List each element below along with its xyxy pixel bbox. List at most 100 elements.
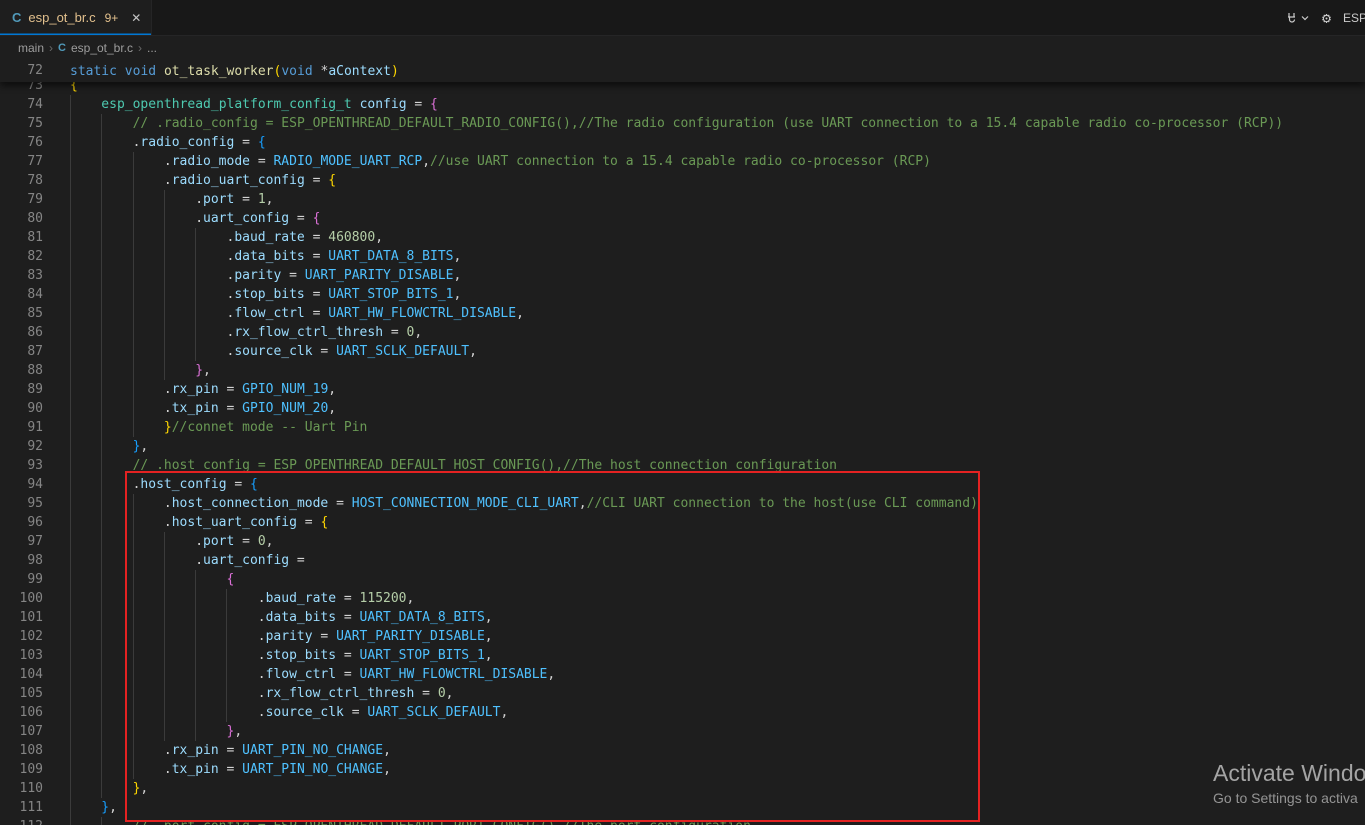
line-number[interactable]: 97 [0, 532, 43, 551]
code-line[interactable]: 98.uart_config = [0, 551, 1365, 570]
line-number[interactable]: 84 [0, 285, 43, 304]
breadcrumb-file[interactable]: esp_ot_br.c [71, 41, 133, 55]
indent-guide [164, 665, 195, 684]
code-line[interactable]: 86.rx_flow_ctrl_thresh = 0, [0, 323, 1365, 342]
code-line[interactable]: 95.host_connection_mode = HOST_CONNECTIO… [0, 494, 1365, 513]
line-number[interactable]: 104 [0, 665, 43, 684]
code-line[interactable]: 91}//connet mode -- Uart Pin [0, 418, 1365, 437]
code-line[interactable]: 100.baud_rate = 115200, [0, 589, 1365, 608]
code-line[interactable]: 104.flow_ctrl = UART_HW_FLOWCTRL_DISABLE… [0, 665, 1365, 684]
indent-guide [101, 190, 132, 209]
line-number[interactable]: 93 [0, 456, 43, 475]
line-number[interactable]: 80 [0, 209, 43, 228]
breadcrumb-folder[interactable]: main [18, 41, 44, 55]
code-line[interactable]: 85.flow_ctrl = UART_HW_FLOWCTRL_DISABLE, [0, 304, 1365, 323]
indent-guide [133, 684, 164, 703]
line-number[interactable]: 102 [0, 627, 43, 646]
code-line[interactable]: 106.source_clk = UART_SCLK_DEFAULT, [0, 703, 1365, 722]
line-number[interactable]: 110 [0, 779, 43, 798]
code-line[interactable]: 94.host_config = { [0, 475, 1365, 494]
line-number[interactable]: 111 [0, 798, 43, 817]
line-number[interactable]: 99 [0, 570, 43, 589]
line-number[interactable]: 95 [0, 494, 43, 513]
tab-esp-ot-br[interactable]: C esp_ot_br.c 9+ ✕ [0, 0, 152, 35]
code-line[interactable]: 74esp_openthread_platform_config_t confi… [0, 95, 1365, 114]
line-number[interactable]: 107 [0, 722, 43, 741]
line-number[interactable]: 105 [0, 684, 43, 703]
line-number[interactable]: 106 [0, 703, 43, 722]
line-number[interactable]: 91 [0, 418, 43, 437]
line-number[interactable]: 85 [0, 304, 43, 323]
line-number[interactable]: 92 [0, 437, 43, 456]
line-number[interactable]: 108 [0, 741, 43, 760]
code-line[interactable]: 82.data_bits = UART_DATA_8_BITS, [0, 247, 1365, 266]
line-number[interactable]: 77 [0, 152, 43, 171]
code-line[interactable]: 90.tx_pin = GPIO_NUM_20, [0, 399, 1365, 418]
line-number[interactable]: 98 [0, 551, 43, 570]
line-number[interactable]: 76 [0, 133, 43, 152]
indent-guide [70, 779, 101, 798]
code-line[interactable]: 96.host_uart_config = { [0, 513, 1365, 532]
code-line[interactable]: 78.radio_uart_config = { [0, 171, 1365, 190]
code-line[interactable]: 103.stop_bits = UART_STOP_BITS_1, [0, 646, 1365, 665]
code-line[interactable]: 75// .radio_config = ESP_OPENTHREAD_DEFA… [0, 114, 1365, 133]
code-line[interactable]: 107}, [0, 722, 1365, 741]
line-number[interactable]: 79 [0, 190, 43, 209]
code-line[interactable]: 112// .port_config = ESP_OPENTHREAD_DEFA… [0, 817, 1365, 825]
line-number[interactable]: 88 [0, 361, 43, 380]
code-line[interactable]: 110}, [0, 779, 1365, 798]
sticky-code: static void ot_task_worker(void *aContex… [70, 64, 399, 79]
code-line[interactable]: 109.tx_pin = UART_PIN_NO_CHANGE, [0, 760, 1365, 779]
code-line[interactable]: 84.stop_bits = UART_STOP_BITS_1, [0, 285, 1365, 304]
code-line[interactable]: 105.rx_flow_ctrl_thresh = 0, [0, 684, 1365, 703]
line-number[interactable]: 94 [0, 475, 43, 494]
code-line[interactable]: 92}, [0, 437, 1365, 456]
line-number[interactable]: 83 [0, 266, 43, 285]
line-number[interactable]: 81 [0, 228, 43, 247]
line-number[interactable]: 86 [0, 323, 43, 342]
code-editor[interactable]: 73{74esp_openthread_platform_config_t co… [0, 60, 1365, 825]
line-number[interactable]: 96 [0, 513, 43, 532]
code-line[interactable]: 80.uart_config = { [0, 209, 1365, 228]
close-icon[interactable]: ✕ [131, 11, 141, 25]
code-line[interactable]: 97.port = 0, [0, 532, 1365, 551]
line-number[interactable]: 75 [0, 114, 43, 133]
code-line[interactable]: 89 .rx_pin = GPIO_NUM_19, [0, 380, 1365, 399]
code-line[interactable]: 108.rx_pin = UART_PIN_NO_CHANGE, [0, 741, 1365, 760]
line-number[interactable]: 82 [0, 247, 43, 266]
line-number[interactable]: 72 [0, 60, 43, 82]
code-line[interactable]: 79.port = 1, [0, 190, 1365, 209]
code-line[interactable]: 77.radio_mode = RADIO_MODE_UART_RCP,//us… [0, 152, 1365, 171]
line-number[interactable]: 87 [0, 342, 43, 361]
line-number[interactable]: 112 [0, 817, 43, 825]
code-line[interactable]: 88}, [0, 361, 1365, 380]
run-device-button[interactable] [1284, 10, 1310, 26]
code-line[interactable]: 111}, [0, 798, 1365, 817]
line-number[interactable]: 103 [0, 646, 43, 665]
sticky-scroll-line[interactable]: 72 static void ot_task_worker(void *aCon… [0, 60, 1365, 82]
indent-guide [70, 532, 101, 551]
code-line[interactable]: 102.parity = UART_PARITY_DISABLE, [0, 627, 1365, 646]
code-line[interactable]: 93// .host_config = ESP_OPENTHREAD_DEFAU… [0, 456, 1365, 475]
code-line[interactable]: 99{ [0, 570, 1365, 589]
code-line[interactable]: 87.source_clk = UART_SCLK_DEFAULT, [0, 342, 1365, 361]
indent-guide [70, 665, 101, 684]
line-number[interactable]: 100 [0, 589, 43, 608]
line-number[interactable]: 109 [0, 760, 43, 779]
settings-button[interactable]: ⚙ [1322, 9, 1331, 27]
line-number[interactable]: 90 [0, 399, 43, 418]
code-line[interactable]: 101.data_bits = UART_DATA_8_BITS, [0, 608, 1365, 627]
line-number[interactable]: 74 [0, 95, 43, 114]
code-line[interactable]: 76.radio_config = { [0, 133, 1365, 152]
code-text: .parity = UART_PARITY_DISABLE, [70, 266, 461, 285]
line-number[interactable]: 101 [0, 608, 43, 627]
line-number[interactable]: 89 [0, 380, 43, 399]
extension-label[interactable]: ESP- [1343, 11, 1365, 25]
indent-guide [164, 608, 195, 627]
code-line[interactable]: 81.baud_rate = 460800, [0, 228, 1365, 247]
line-number[interactable]: 78 [0, 171, 43, 190]
code-line[interactable]: 83 .parity = UART_PARITY_DISABLE, [0, 266, 1365, 285]
code-text: .rx_pin = GPIO_NUM_19, [70, 380, 336, 399]
indent-guide [70, 627, 101, 646]
breadcrumb-symbol[interactable]: ... [147, 41, 157, 55]
